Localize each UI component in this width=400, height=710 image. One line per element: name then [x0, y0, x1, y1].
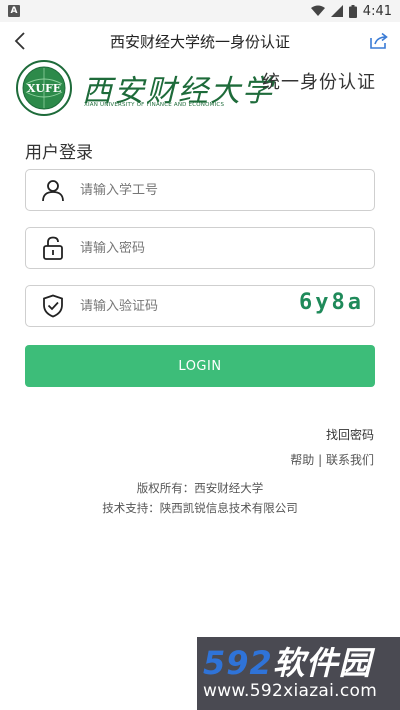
user-icon [42, 180, 64, 202]
status-bar: A 4:41 [0, 0, 400, 22]
university-seal-logo: XUFE [16, 60, 72, 116]
back-button[interactable] [6, 27, 34, 55]
watermark-number: 592 [203, 643, 273, 682]
help-row: 帮助 | 联系我们 [290, 451, 374, 468]
status-icons: 4:41 [310, 3, 392, 19]
copyright-text: 版权所有：西安财经大学 [136, 481, 264, 495]
forgot-password-link[interactable]: 找回密码 [326, 426, 374, 443]
password-icon-wrap [26, 228, 80, 268]
seal-text: XUFE [27, 82, 61, 95]
captcha-image[interactable]: 6y8a [299, 290, 364, 315]
lock-icon [43, 236, 63, 260]
captcha-field[interactable]: 6y8a [25, 285, 375, 327]
university-name-en: XIAN UNIVERSITY OF FINANCE AND ECONOMICS [84, 102, 225, 108]
signal-icon [330, 5, 343, 17]
shield-check-icon [43, 294, 63, 318]
auth-title: 统一身份认证 [262, 72, 376, 93]
nav-bar: 西安财经大学统一身份认证 [0, 22, 400, 60]
captcha-input[interactable] [80, 298, 280, 314]
watermark-logo: 592软件园 [203, 646, 400, 680]
login-button[interactable]: LOGIN [25, 345, 375, 387]
chevron-left-icon [14, 32, 25, 50]
battery-icon [348, 4, 357, 18]
watermark-name: 软件园 [272, 643, 372, 682]
username-input[interactable] [80, 182, 280, 198]
login-heading: 用户登录 [25, 143, 93, 163]
header-banner: XUFE 西安财经大学 XIAN UNIVERSITY OF FINANCE A… [0, 60, 400, 120]
notification-badge: A [8, 5, 20, 17]
watermark-url: www.592xiazai.com [203, 680, 378, 701]
password-input[interactable] [80, 240, 280, 256]
site-watermark: 592软件园 www.592xiazai.com [197, 637, 400, 710]
share-button[interactable] [366, 28, 392, 54]
contact-link[interactable]: 联系我们 [326, 451, 374, 468]
link-separator: | [318, 453, 323, 467]
captcha-icon-wrap [26, 286, 80, 326]
wifi-icon [310, 5, 325, 16]
support-text: 技术支持：陕西凯锐信息技术有限公司 [102, 501, 298, 515]
password-field[interactable] [25, 227, 375, 269]
username-icon-wrap [26, 170, 80, 210]
page-title: 西安财经大学统一身份认证 [109, 32, 290, 51]
help-link[interactable]: 帮助 [290, 451, 314, 468]
status-time: 4:41 [362, 3, 392, 19]
share-icon [370, 32, 388, 49]
username-field[interactable] [25, 169, 375, 211]
